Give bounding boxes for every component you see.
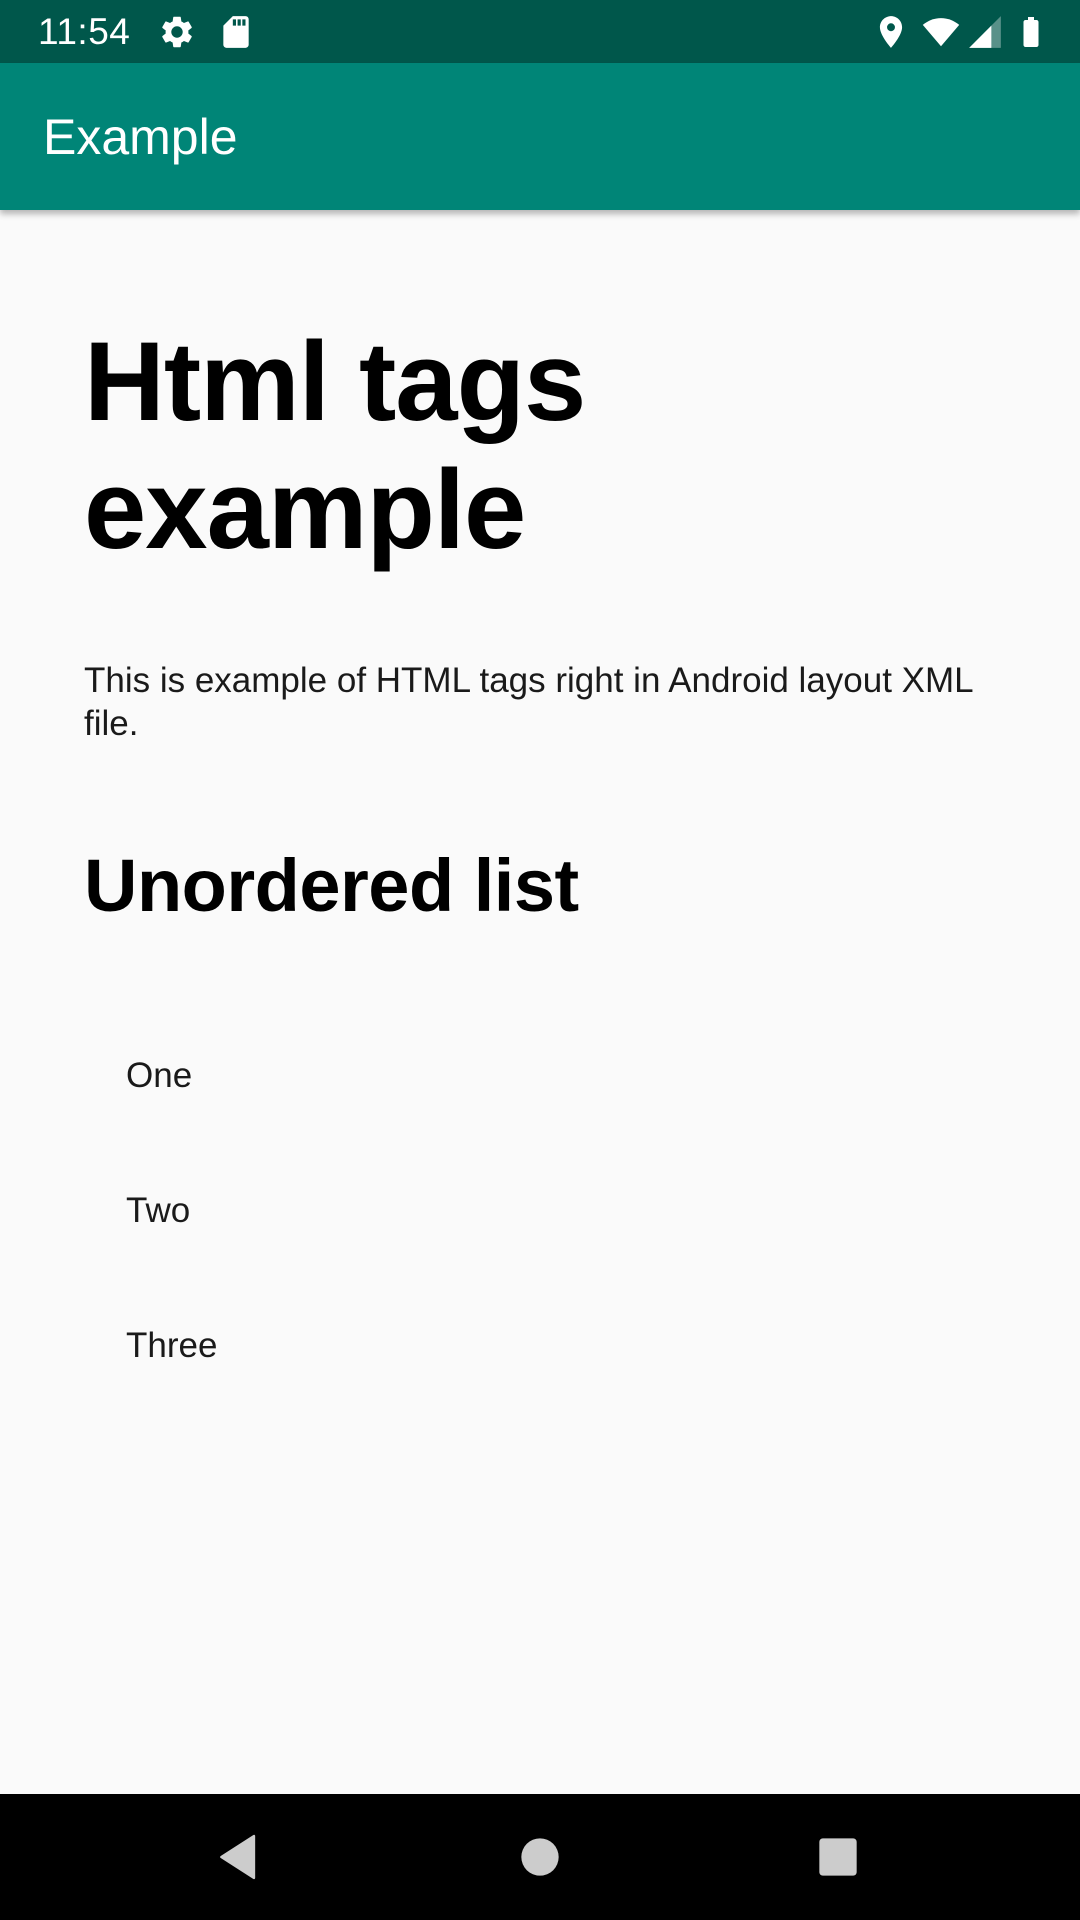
- list-heading: Unordered list: [84, 844, 579, 927]
- signal-icon: [966, 13, 1004, 51]
- page-heading: Html tags example: [84, 319, 586, 572]
- app-bar: Example: [0, 63, 1080, 210]
- app-title: Example: [43, 109, 238, 165]
- status-time: 11:54: [38, 11, 131, 52]
- location-icon: [872, 13, 910, 51]
- home-icon[interactable]: [512, 1829, 568, 1885]
- list-item: Two: [126, 1191, 191, 1230]
- screen: 11:54 Example Html tags example This is …: [0, 0, 1080, 1920]
- list-item: Three: [126, 1326, 218, 1365]
- back-icon[interactable]: [212, 1829, 268, 1885]
- unordered-list: One Two Three: [126, 1056, 217, 1461]
- wifi-icon: [920, 13, 962, 51]
- settings-icon: [158, 13, 196, 51]
- list-item: One: [126, 1056, 193, 1095]
- sd-card-icon: [217, 13, 255, 51]
- status-bar: 11:54: [0, 0, 1080, 63]
- navigation-bar: [0, 1794, 1080, 1920]
- battery-icon: [1013, 13, 1049, 51]
- intro-paragraph: This is example of HTML tags right in An…: [84, 661, 973, 743]
- recents-icon[interactable]: [810, 1829, 866, 1885]
